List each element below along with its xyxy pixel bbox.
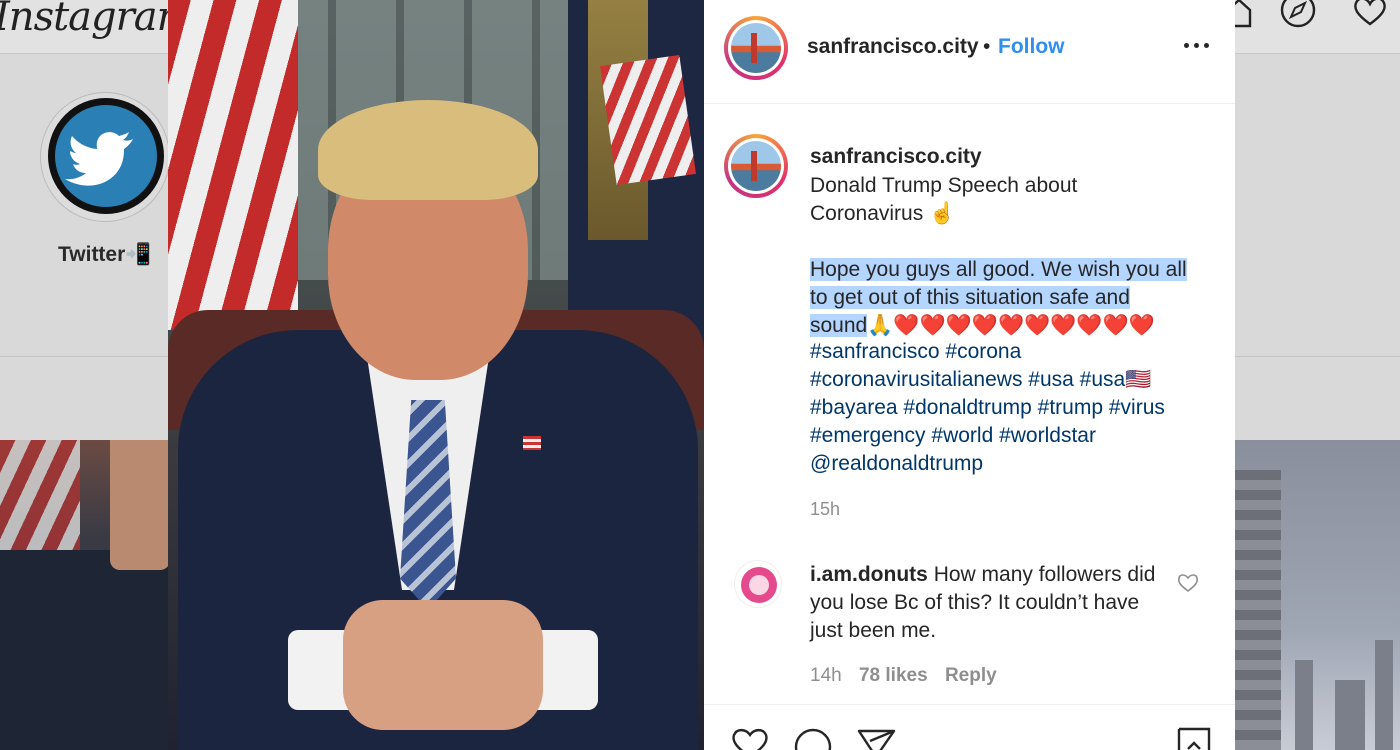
more-horizontal-icon[interactable] xyxy=(1184,30,1210,60)
caption-emojis: 🙏❤️❤️❤️❤️❤️❤️❤️❤️❤️❤️ xyxy=(867,314,1155,337)
avatar[interactable] xyxy=(724,16,788,80)
background-nav-icons xyxy=(1226,0,1400,40)
explore-compass-icon[interactable] xyxy=(1278,0,1318,30)
comment-likes[interactable]: 78 likes xyxy=(859,665,928,686)
post-actions-bar xyxy=(704,704,1235,750)
follow-button[interactable]: Follow xyxy=(998,35,1065,59)
comment-timestamp[interactable]: 14h xyxy=(810,665,842,686)
post-author-username[interactable]: sanfrancisco.city xyxy=(807,35,979,59)
story-highlight-label[interactable]: Twitter📲 xyxy=(58,243,151,267)
caption-text: Donald Trump Speech about Coronavirus ☝️… xyxy=(810,172,1190,340)
post-thumbnail[interactable] xyxy=(0,440,170,750)
twitter-bird-icon xyxy=(65,132,133,186)
instagram-logo[interactable]: Instagram xyxy=(0,0,195,40)
caption-timestamp[interactable]: 15h xyxy=(810,499,840,520)
heart-outline-icon[interactable] xyxy=(1177,573,1199,593)
avatar[interactable] xyxy=(724,134,788,198)
activity-heart-icon[interactable] xyxy=(1350,0,1390,30)
post-header: sanfrancisco.city • Follow xyxy=(704,0,1235,104)
comment-bubble-icon[interactable] xyxy=(792,727,834,750)
caption-username[interactable]: sanfrancisco.city xyxy=(810,145,982,169)
post-detail-panel: sanfrancisco.city • Follow sanfrancisco.… xyxy=(704,0,1235,750)
comment-meta: 14h 78 likes Reply xyxy=(810,665,1009,687)
post-thumbnail[interactable] xyxy=(1235,440,1400,750)
american-flag xyxy=(168,0,298,330)
avatar[interactable] xyxy=(734,560,782,608)
comment-username[interactable]: i.am.donuts xyxy=(810,563,928,586)
paper-plane-icon[interactable] xyxy=(856,727,898,750)
story-highlight-twitter[interactable] xyxy=(40,92,170,222)
separator-dot: • xyxy=(983,35,991,58)
comment-text: i.am.donuts How many followers did you l… xyxy=(810,561,1160,645)
heart-outline-icon[interactable] xyxy=(730,727,770,750)
post-video[interactable] xyxy=(168,0,704,750)
reply-button[interactable]: Reply xyxy=(945,665,997,686)
caption-title: Donald Trump Speech about Coronavirus ☝️ xyxy=(810,174,1078,225)
caption-hashtags[interactable]: #sanfrancisco #corona #coronavirusitalia… xyxy=(810,338,1200,478)
bookmark-icon[interactable] xyxy=(1176,727,1212,750)
